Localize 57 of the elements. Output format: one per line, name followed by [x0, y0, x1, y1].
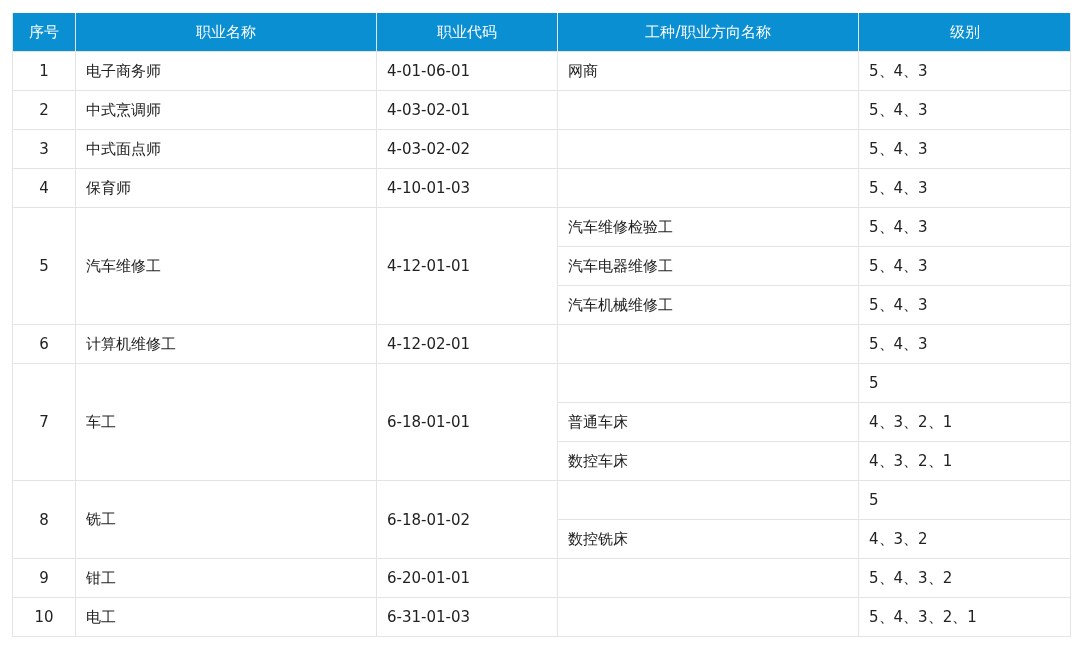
- table-cell: 6-20-01-01: [376, 558, 558, 598]
- table-cell: 5、4、3: [858, 285, 1071, 325]
- table-cell: 4-12-01-01: [376, 207, 558, 325]
- table-cell: 3: [12, 129, 76, 169]
- table-cell: 数控车床: [557, 441, 859, 481]
- table-cell: 4: [12, 168, 76, 208]
- table-cell: 保育师: [75, 168, 377, 208]
- table-cell: 4-03-02-02: [376, 129, 558, 169]
- table-cell: 汽车维修检验工: [557, 207, 859, 247]
- table-cell: 电子商务师: [75, 51, 377, 91]
- table-cell: 汽车机械维修工: [557, 285, 859, 325]
- table-cell: 5: [858, 363, 1071, 403]
- table-cell: 4、3、2: [858, 519, 1071, 559]
- table-cell: 5、4、3: [858, 90, 1071, 130]
- table-cell: 8: [12, 480, 76, 559]
- table-cell: 铣工: [75, 480, 377, 559]
- table-cell: 4-12-02-01: [376, 324, 558, 364]
- column-header: 职业名称: [75, 13, 377, 52]
- column-header: 序号: [12, 13, 76, 52]
- table-cell: 5、4、3: [858, 246, 1071, 286]
- table-cell: 计算机维修工: [75, 324, 377, 364]
- table-cell: 6-31-01-03: [376, 597, 558, 637]
- column-header: 级别: [858, 13, 1071, 52]
- table-cell: 6: [12, 324, 76, 364]
- table-cell: 5、4、3: [858, 51, 1071, 91]
- table-cell: 5: [12, 207, 76, 325]
- table-cell: 4、3、2、1: [858, 441, 1071, 481]
- table-cell: 6-18-01-01: [376, 363, 558, 481]
- table-cell: 4、3、2、1: [858, 402, 1071, 442]
- table-cell: 中式烹调师: [75, 90, 377, 130]
- table-cell: 4-03-02-01: [376, 90, 558, 130]
- table-cell: 5、4、3: [858, 129, 1071, 169]
- table-cell: 10: [12, 597, 76, 637]
- table-cell: 5、4、3: [858, 168, 1071, 208]
- table-cell: 中式面点师: [75, 129, 377, 169]
- table-cell: 电工: [75, 597, 377, 637]
- table-cell: 普通车床: [557, 402, 859, 442]
- table-cell: 6-18-01-02: [376, 480, 558, 559]
- table-cell: 汽车维修工: [75, 207, 377, 325]
- table-cell: 7: [12, 363, 76, 481]
- table-cell: 9: [12, 558, 76, 598]
- table-cell: 5、4、3、2: [858, 558, 1071, 598]
- table-cell: 数控铣床: [557, 519, 859, 559]
- table-cell: 4-10-01-03: [376, 168, 558, 208]
- table-cell: 5、4、3、2、1: [858, 597, 1071, 637]
- table-cell: 5、4、3: [858, 324, 1071, 364]
- table-cell: 2: [12, 90, 76, 130]
- table-cell: 5、4、3: [858, 207, 1071, 247]
- table-cell: 5: [858, 480, 1071, 520]
- column-header: 职业代码: [376, 13, 558, 52]
- table-cell: 4-01-06-01: [376, 51, 558, 91]
- table-cell: 网商: [557, 51, 859, 91]
- column-header: 工种/职业方向名称: [557, 13, 859, 52]
- table-cell: 钳工: [75, 558, 377, 598]
- table-cell: 车工: [75, 363, 377, 481]
- table-cell: 1: [12, 51, 76, 91]
- table-cell: 汽车电器维修工: [557, 246, 859, 286]
